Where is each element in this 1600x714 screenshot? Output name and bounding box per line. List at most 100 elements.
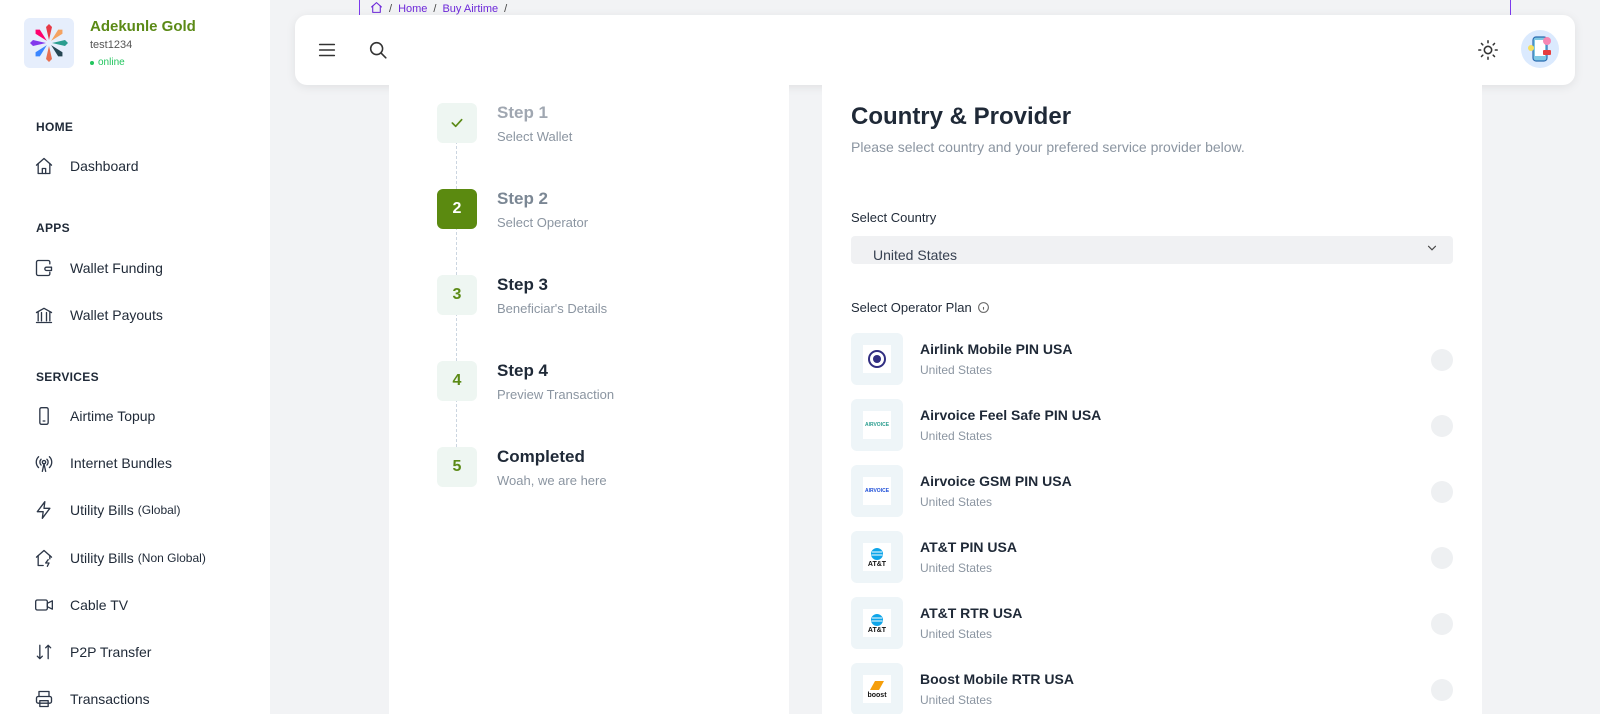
- step-4[interactable]: 4 Step 4 Preview Transaction: [437, 361, 614, 402]
- check-icon: [451, 118, 463, 128]
- phone-icon: [39, 407, 49, 425]
- sidebar-item-label: Utility Bills: [70, 502, 134, 518]
- theme-toggle-button[interactable]: [1477, 39, 1499, 61]
- operator-country: United States: [920, 693, 993, 707]
- sidebar-item-dashboard[interactable]: Dashboard: [34, 156, 139, 176]
- operator-country: United States: [920, 561, 993, 575]
- boost-logo-icon: boost: [863, 675, 891, 703]
- breadcrumb-bar: [359, 0, 1511, 15]
- operator-option[interactable]: boost Boost Mobile RTR USA United States: [851, 663, 1453, 714]
- breadcrumb-item-home[interactable]: Home: [398, 3, 427, 15]
- sidebar-item-transactions[interactable]: Transactions: [34, 689, 150, 709]
- sidebar-item-cable-tv[interactable]: Cable TV: [34, 595, 128, 615]
- operator-name: AT&T RTR USA: [920, 605, 1023, 621]
- step-badge: 2: [437, 189, 477, 229]
- sidebar-item-p2p-transfer[interactable]: P2P Transfer: [34, 642, 151, 662]
- sidebar-item-suffix: (Non Global): [137, 551, 206, 565]
- step-connector: [456, 141, 457, 189]
- bolt-icon: [36, 501, 51, 519]
- step-subtitle: Select Operator: [497, 215, 589, 230]
- sidebar-item-internet-bundles[interactable]: Internet Bundles: [34, 453, 172, 473]
- sidebar-item-label: Wallet Funding: [70, 260, 163, 276]
- user-avatar[interactable]: [24, 18, 74, 68]
- operator-radio[interactable]: [1431, 613, 1453, 635]
- operator-name: Airvoice GSM PIN USA: [920, 473, 1072, 489]
- sidebar-item-label: Internet Bundles: [70, 455, 172, 471]
- search-button[interactable]: [367, 39, 389, 61]
- step-1[interactable]: Step 1 Select Wallet: [437, 103, 572, 144]
- operator-name: Boost Mobile RTR USA: [920, 671, 1074, 687]
- att-logo-icon: AT&T: [863, 609, 891, 637]
- sidebar-item-wallet-payouts[interactable]: Wallet Payouts: [34, 305, 163, 325]
- airlink-logo-icon: [863, 345, 891, 373]
- sidebar-item-label: Wallet Payouts: [70, 307, 163, 323]
- wallet-icon: [35, 259, 53, 277]
- house-bolt-icon: [35, 549, 53, 567]
- stepper-panel: Step 1 Select Wallet 2 Step 2 Select Ope…: [389, 85, 789, 714]
- sidebar-item-wallet-funding[interactable]: Wallet Funding: [34, 258, 163, 278]
- operator-option[interactable]: AIRVOICE Airvoice GSM PIN USA United Sta…: [851, 465, 1453, 517]
- sidebar-item-utility-bills-non-global[interactable]: Utility Bills (Non Global): [34, 548, 206, 568]
- operator-name: Airlink Mobile PIN USA: [920, 341, 1073, 357]
- operator-option[interactable]: Airlink Mobile PIN USA United States: [851, 333, 1453, 385]
- operator-radio[interactable]: [1431, 415, 1453, 437]
- sidebar-item-airtime-topup[interactable]: Airtime Topup: [34, 406, 155, 426]
- profile-card[interactable]: Adekunle Gold test1234 online: [24, 18, 196, 68]
- sidebar-item-label: Airtime Topup: [70, 408, 156, 424]
- sidebar-item-utility-bills-global[interactable]: Utility Bills (Global): [34, 500, 180, 520]
- country-select[interactable]: United States: [851, 236, 1453, 264]
- operator-option[interactable]: AT&T AT&T PIN USA United States: [851, 531, 1453, 583]
- step-5[interactable]: 5 Completed Woah, we are here: [437, 447, 607, 488]
- operator-name: Airvoice Feel Safe PIN USA: [920, 407, 1102, 423]
- operator-radio[interactable]: [1431, 481, 1453, 503]
- search-icon: [369, 41, 387, 59]
- breadcrumb-item-buy-airtime[interactable]: Buy Airtime: [442, 3, 498, 15]
- status-text: online: [98, 57, 125, 68]
- top-header: [295, 15, 1575, 85]
- operator-country: United States: [920, 363, 993, 377]
- breadcrumb-separator: /: [504, 3, 508, 15]
- video-icon: [35, 599, 53, 611]
- operator-logo: AIRVOICE: [851, 465, 903, 517]
- sidebar: Adekunle Gold test1234 online HOME Dashb…: [0, 0, 270, 714]
- breadcrumb-separator: /: [389, 3, 393, 15]
- step-subtitle: Preview Transaction: [497, 387, 615, 402]
- info-icon[interactable]: [977, 301, 990, 314]
- operator-country: United States: [920, 495, 993, 509]
- menu-toggle-button[interactable]: [316, 39, 338, 61]
- sidebar-item-label: Utility Bills: [70, 550, 134, 566]
- step-badge: 4: [437, 361, 477, 401]
- operator-radio[interactable]: [1431, 679, 1453, 701]
- nav-section-services: SERVICES: [36, 370, 99, 384]
- operator-option[interactable]: AT&T AT&T RTR USA United States: [851, 597, 1453, 649]
- operator-logo: AT&T: [851, 597, 903, 649]
- step-title: Completed: [497, 447, 585, 466]
- step-title: Step 3: [497, 275, 549, 294]
- antenna-icon: [35, 456, 53, 472]
- sidebar-item-label: Transactions: [70, 691, 150, 707]
- step-title: Step 2: [497, 189, 549, 208]
- operator-logo: AT&T: [851, 531, 903, 583]
- step-connector: [456, 227, 457, 275]
- operator-radio[interactable]: [1431, 349, 1453, 371]
- sidebar-item-label: P2P Transfer: [70, 644, 152, 660]
- profile-name: Adekunle Gold: [90, 18, 196, 35]
- step-2[interactable]: 2 Step 2 Select Operator: [437, 189, 588, 230]
- step-badge: [437, 103, 477, 143]
- operator-logo: [851, 333, 903, 385]
- operator-radio[interactable]: [1431, 547, 1453, 569]
- header-avatar[interactable]: [1521, 30, 1559, 68]
- sun-icon: [1478, 40, 1498, 60]
- operator-option[interactable]: AIRVOICE Airvoice Feel Safe PIN USA Unit…: [851, 399, 1453, 451]
- hamburger-icon: [318, 43, 336, 57]
- bank-icon: [35, 307, 53, 324]
- step-title: Step 1: [497, 103, 549, 122]
- operator-name: AT&T PIN USA: [920, 539, 1017, 555]
- home-icon: [35, 157, 53, 175]
- step-title: Step 4: [497, 361, 549, 380]
- nav-section-apps: APPS: [36, 221, 70, 235]
- step-subtitle: Woah, we are here: [497, 473, 607, 488]
- step-3[interactable]: 3 Step 3 Beneficiar's Details: [437, 275, 607, 316]
- step-subtitle: Beneficiar's Details: [497, 301, 608, 316]
- operator-country: United States: [920, 627, 993, 641]
